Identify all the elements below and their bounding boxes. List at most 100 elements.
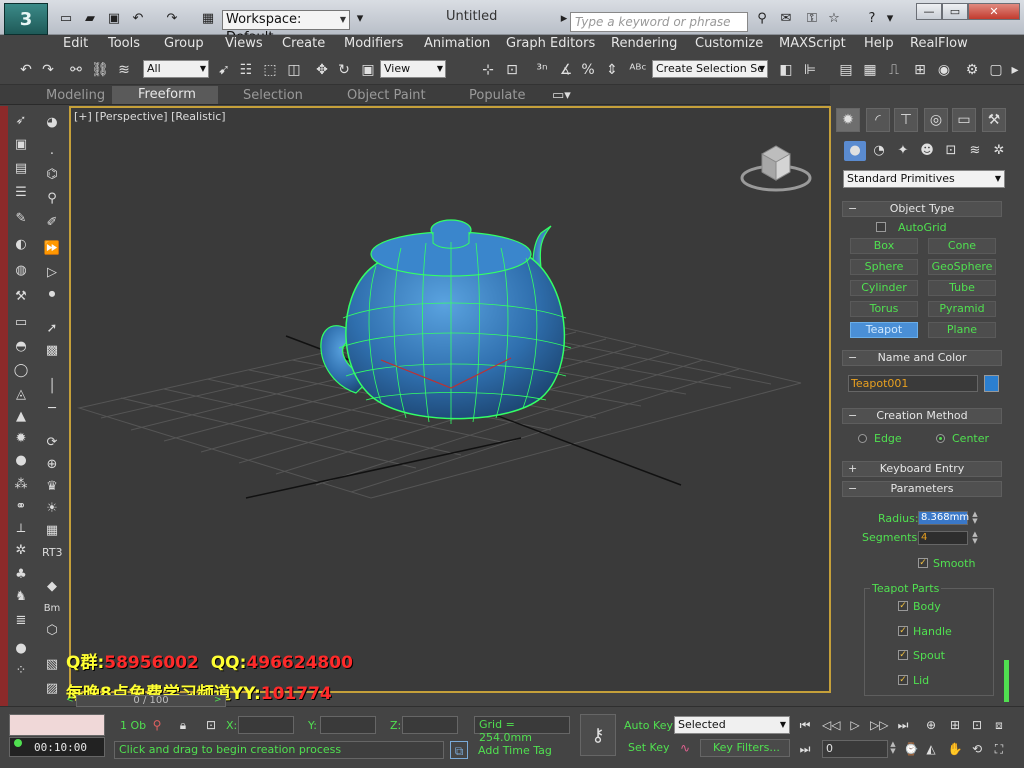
particles-icon[interactable]: ⁂ <box>11 476 31 494</box>
layer-icon[interactable]: ▣ <box>11 136 31 154</box>
segments-field[interactable]: 4 <box>918 531 968 545</box>
select-object-icon[interactable]: ➹ <box>214 60 234 80</box>
open-file-icon[interactable]: ▰ <box>82 11 98 27</box>
link-icon[interactable]: ⚭ <box>11 498 31 516</box>
parameters-rollout[interactable]: − Parameters <box>842 481 1002 497</box>
go-to-start-icon[interactable]: ⏮ <box>796 716 814 734</box>
maxscript-listener-pink[interactable] <box>9 714 105 736</box>
rectangular-selection-icon[interactable]: ⬚ <box>260 60 280 80</box>
teapot-mini-icon[interactable]: ◍ <box>11 262 31 280</box>
tab-freeform[interactable]: Freeform <box>112 86 218 104</box>
segments-spinner[interactable]: ▲ ▼ <box>970 531 980 545</box>
play-icon[interactable]: ▷ <box>42 264 62 282</box>
tab-selection[interactable]: Selection <box>243 88 303 103</box>
key-mode-select[interactable]: Selected ▼ <box>674 716 790 734</box>
help-icon[interactable]: ? <box>864 11 880 27</box>
y-coordinate-field[interactable] <box>320 716 376 734</box>
rt3-icon[interactable]: RT3 <box>42 544 63 562</box>
zoom-icon[interactable]: ⊕ <box>922 716 940 734</box>
spinner-snap-icon[interactable]: ⇕ <box>602 60 622 80</box>
named-selection-set-select[interactable]: Create Selection Se ▼ <box>652 60 768 78</box>
helpers-category-icon[interactable]: ⊡ <box>940 141 962 161</box>
frame-spinner[interactable]: ▲ ▼ <box>888 741 898 755</box>
grey-sphere-icon[interactable]: ● <box>11 640 31 658</box>
go-to-end-icon[interactable]: ⏭ <box>894 716 912 734</box>
undo-icon[interactable]: ↶ <box>130 11 146 27</box>
viewcube[interactable] <box>740 140 812 196</box>
minimize-button[interactable]: — <box>916 3 942 20</box>
orbit-icon[interactable]: ⟲ <box>968 740 986 758</box>
menu-maxscript[interactable]: MAXScript <box>779 36 846 51</box>
pyramid-button[interactable]: Pyramid <box>928 301 996 317</box>
name-and-color-rollout[interactable]: − Name and Color <box>842 350 1002 366</box>
object-name-field[interactable]: Teapot001 <box>848 375 978 392</box>
handle-checkbox[interactable]: ✓ <box>898 626 908 636</box>
workspace-select[interactable]: Workspace: Default▼ <box>222 10 350 45</box>
creation-method-rollout[interactable]: − Creation Method <box>842 408 1002 424</box>
percent-snap-icon[interactable]: % <box>578 60 598 80</box>
current-frame-field[interactable]: 0 <box>822 740 888 758</box>
grid-icon[interactable]: ▦ <box>42 522 62 540</box>
wrench-icon[interactable]: ⚒ <box>11 288 31 306</box>
previous-frame-icon[interactable]: ◁◁ <box>822 716 840 734</box>
field-of-view-icon[interactable]: ◭ <box>922 740 940 758</box>
autogrid-checkbox[interactable] <box>876 222 886 232</box>
sun-icon[interactable]: ☀ <box>42 500 62 518</box>
cloth-icon[interactable]: ⌬ <box>42 166 62 184</box>
undo-icon[interactable]: ↶ <box>16 60 36 80</box>
select-and-link-icon[interactable]: ⚯ <box>66 60 86 80</box>
add-time-tag-label[interactable]: Add Time Tag <box>478 744 552 757</box>
render-icon[interactable]: ◐ <box>11 236 31 254</box>
display-panel-tab[interactable]: ▭ <box>952 108 976 132</box>
light-icon[interactable]: ✹ <box>11 430 31 448</box>
cameras-category-icon[interactable]: ☻ <box>916 141 938 161</box>
project-folder-icon[interactable]: ▦ <box>200 11 216 27</box>
menu-modifiers[interactable]: Modifiers <box>344 36 403 51</box>
sphere-button[interactable]: Sphere <box>850 259 918 275</box>
tab-modeling[interactable]: Modeling <box>46 88 105 103</box>
horizontal-line-icon[interactable]: ─ <box>42 400 62 418</box>
diamond-icon[interactable]: ◆ <box>42 578 62 596</box>
object-color-swatch[interactable] <box>984 375 999 392</box>
center-radio[interactable] <box>936 434 945 443</box>
smooth-checkbox[interactable]: ✓ <box>918 558 928 568</box>
pyramid-primitive-icon[interactable]: ▲ <box>11 408 31 426</box>
modify-panel-tab[interactable]: ◜ <box>866 108 890 132</box>
select-by-name-icon[interactable]: ☷ <box>236 60 256 80</box>
selection-lock-icon[interactable]: 🔒︎ <box>174 716 192 734</box>
menu-animation[interactable]: Animation <box>424 36 490 51</box>
plane-button[interactable]: Plane <box>928 322 996 338</box>
zoom-all-icon[interactable]: ⊞ <box>946 716 964 734</box>
helper-icon[interactable]: ✲ <box>11 542 31 560</box>
tube-button[interactable]: Tube <box>928 280 996 296</box>
edge-radio[interactable] <box>858 434 867 443</box>
lid-checkbox[interactable]: ✓ <box>898 675 908 685</box>
reference-coordinate-select[interactable]: View ▼ <box>380 60 446 78</box>
crosshair-icon[interactable]: ⊕ <box>42 456 62 474</box>
texture-icon[interactable]: ▧ <box>42 656 62 674</box>
edit-named-selection-icon[interactable]: ᴬᴮᶜ <box>628 60 648 80</box>
hexagon-icon[interactable]: ⬡ <box>42 622 62 640</box>
help-dropdown-icon[interactable]: ▾ <box>882 11 898 27</box>
app-menu-button[interactable]: 3 <box>4 3 48 35</box>
select-and-scale-icon[interactable]: ▣ <box>358 60 378 80</box>
dot-icon[interactable]: · <box>42 146 62 164</box>
spout-checkbox[interactable]: ✓ <box>898 650 908 660</box>
redo-icon[interactable]: ↷ <box>38 60 58 80</box>
material-editor-icon[interactable]: ◉ <box>934 60 954 80</box>
texture-2-icon[interactable]: ▨ <box>42 680 62 698</box>
bind-space-warp-icon[interactable]: ≋ <box>114 60 134 80</box>
selection-filter-select[interactable]: All ▼ <box>143 60 209 78</box>
body-checkbox[interactable]: ✓ <box>898 601 908 611</box>
auto-key-button[interactable]: Auto Key <box>624 719 673 732</box>
command-panel-scrollbar[interactable] <box>1004 660 1009 702</box>
refresh-icon[interactable]: ⟳ <box>42 434 62 452</box>
zoom-extents-icon[interactable]: ⊡ <box>968 716 986 734</box>
pan-view-icon[interactable]: ✋ <box>946 740 964 758</box>
ribbon-options-icon[interactable]: ▭▾ <box>552 88 571 103</box>
utilities-panel-tab[interactable]: ⚒ <box>982 108 1006 132</box>
favorites-star-icon[interactable]: ☆ <box>826 11 842 27</box>
curve-editor-icon[interactable]: ⎍ <box>884 60 904 80</box>
set-key-button[interactable]: Set Key <box>628 741 670 754</box>
teapot-button[interactable]: Teapot <box>850 322 918 338</box>
